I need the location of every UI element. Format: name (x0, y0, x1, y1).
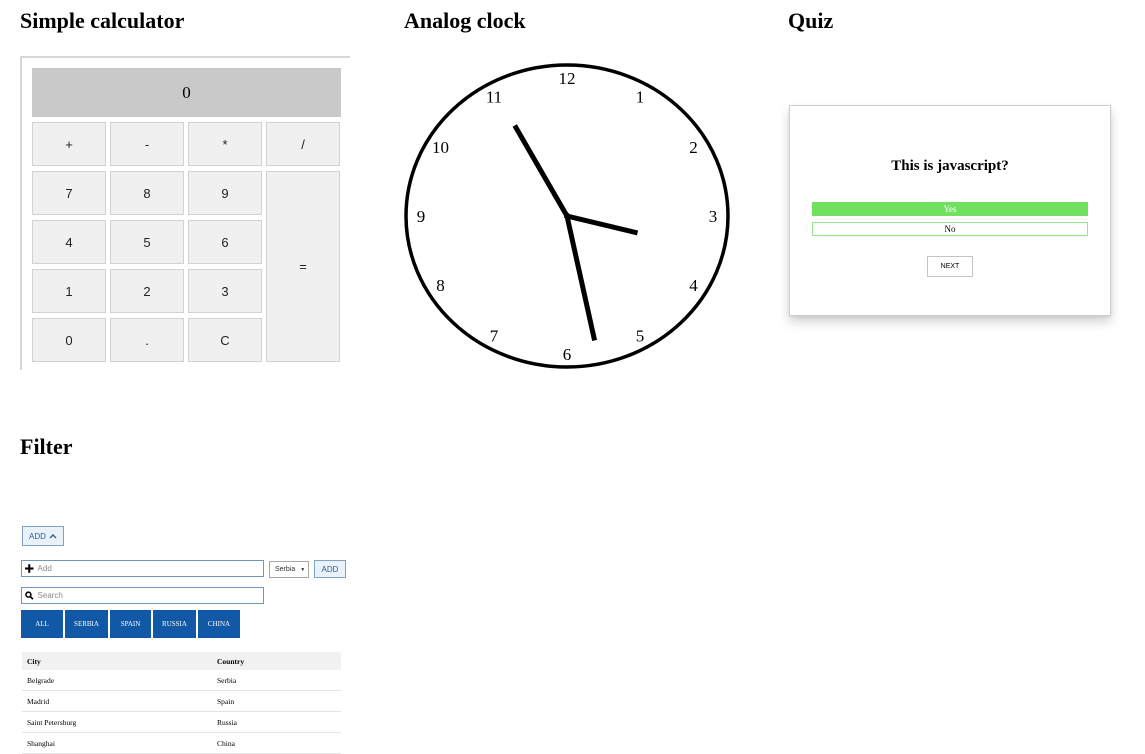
clock-numeral: 8 (436, 276, 445, 295)
add-field (21, 560, 264, 577)
hour-hand (563, 212, 639, 236)
quiz-question: This is javascript? (891, 158, 1009, 174)
clock-numeral: 11 (486, 87, 502, 106)
city-cell: Saint Petersburg (27, 717, 77, 727)
second-hand (512, 124, 571, 220)
country-select[interactable]: Serbia ▼ (269, 561, 309, 578)
one-key[interactable]: 1 (32, 269, 106, 313)
clock-numeral: 6 (563, 345, 572, 364)
quiz-answer-yes[interactable]: Yes (812, 202, 1088, 216)
city-cell: Madrid (27, 696, 50, 706)
four-key[interactable]: 4 (32, 220, 106, 264)
chevron-up-icon (49, 534, 57, 539)
six-key[interactable]: 6 (188, 220, 262, 264)
column-header-city: City (27, 656, 41, 666)
tab-serbia[interactable]: SERBIA (65, 610, 108, 638)
seven-key[interactable]: 7 (32, 171, 106, 215)
equals-key[interactable]: = (266, 171, 340, 362)
eight-key[interactable]: 8 (110, 171, 184, 215)
country-cell: China (217, 738, 235, 748)
table-row: Madrid Spain (22, 691, 341, 712)
clock-title: Analog clock (404, 8, 526, 33)
clock-numeral: 4 (689, 276, 698, 295)
country-cell: Russia (217, 717, 238, 727)
table-row: Belgrade Serbia (22, 670, 341, 691)
clock-numeral: 12 (559, 69, 576, 88)
minute-hand (564, 213, 598, 342)
table-header: City Country (22, 652, 341, 670)
table-row: Shanghai China (22, 733, 341, 754)
quiz-title: Quiz (788, 8, 834, 33)
country-cell: Spain (217, 696, 235, 706)
tab-all[interactable]: ALL (21, 610, 63, 638)
calculator-title: Simple calculator (20, 8, 185, 33)
dropdown-caret-icon: ▼ (300, 566, 306, 573)
plus-key[interactable]: + (32, 122, 106, 166)
filter-title: Filter (20, 434, 73, 459)
column-header-country: Country (217, 656, 245, 666)
three-key[interactable]: 3 (188, 269, 262, 313)
search-input[interactable] (33, 591, 263, 600)
add-toggle-button[interactable]: ADD (22, 526, 64, 546)
quiz-answer-no[interactable]: No (812, 222, 1088, 236)
city-table: City Country Belgrade Serbia Madrid Spai… (22, 652, 341, 754)
divide-key[interactable]: / (266, 122, 340, 166)
tab-spain[interactable]: SPAIN (110, 610, 151, 638)
add-button[interactable]: ADD (314, 560, 346, 578)
clock-numeral: 5 (636, 327, 645, 346)
clock-numeral: 10 (432, 138, 449, 157)
clock-numeral: 7 (490, 327, 499, 346)
calculator-display: 0 (32, 68, 341, 117)
analog-clock: 12 1 2 3 4 5 6 7 8 9 10 11 (402, 60, 732, 372)
table-row: Saint Petersburg Russia (22, 712, 341, 733)
add-input[interactable] (33, 564, 263, 573)
search-field (21, 587, 264, 604)
city-cell: Belgrade (27, 675, 55, 685)
clock-numeral: 1 (636, 87, 645, 106)
city-cell: Shanghai (27, 738, 55, 748)
clock-face: 121234567891011 (404, 63, 730, 369)
next-button[interactable]: NEXT (927, 256, 973, 277)
tab-russia[interactable]: RUSSIA (153, 610, 196, 638)
clock-numeral: 9 (417, 207, 426, 226)
add-toggle-label: ADD (29, 531, 46, 541)
calculator: 0 + - * / 7 8 9 = 4 5 6 1 2 3 0 . C (20, 56, 350, 370)
tab-china[interactable]: CHINA (198, 610, 240, 638)
two-key[interactable]: 2 (110, 269, 184, 313)
clock-numeral: 2 (689, 138, 698, 157)
quiz-card: This is javascript? Yes No NEXT (789, 105, 1111, 316)
country-cell: Serbia (217, 675, 237, 685)
five-key[interactable]: 5 (110, 220, 184, 264)
nine-key[interactable]: 9 (188, 171, 262, 215)
multiply-key[interactable]: * (188, 122, 262, 166)
minus-key[interactable]: - (110, 122, 184, 166)
clear-key[interactable]: C (188, 318, 262, 362)
zero-key[interactable]: 0 (32, 318, 106, 362)
dot-key[interactable]: . (110, 318, 184, 362)
plus-icon (25, 564, 34, 573)
search-icon (25, 591, 34, 600)
country-select-value: Serbia (275, 566, 296, 573)
clock-numeral: 3 (709, 207, 718, 226)
